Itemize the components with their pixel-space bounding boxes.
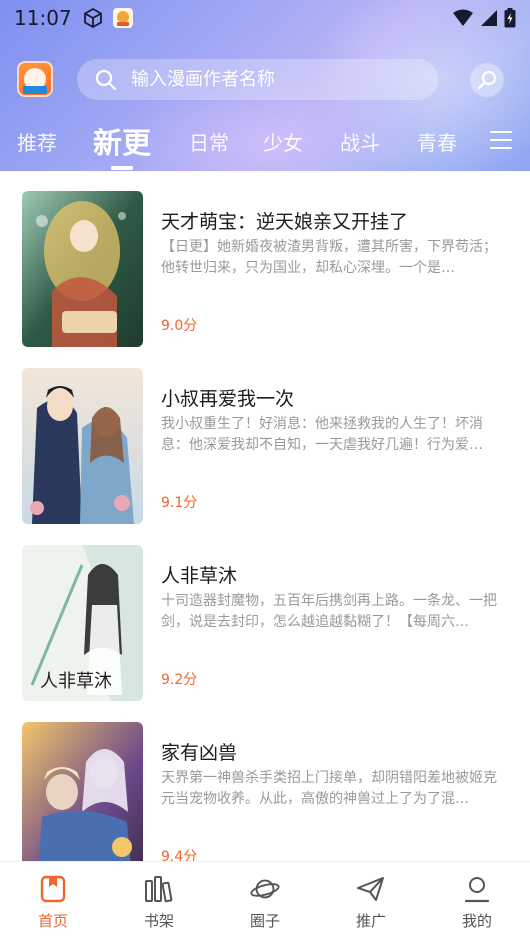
- search-icon: [95, 69, 117, 90]
- user-icon: [464, 877, 490, 903]
- list-item[interactable]: 家有凶兽 天界第一神兽杀手类招上门接单，却阴错阳差地被姬克元当宠物收养。从此，高…: [0, 702, 530, 861]
- tab-girls[interactable]: 少女: [263, 116, 303, 166]
- list-item[interactable]: 小叔再爱我一次 我小叔重生了！好消息：他来拯救我的人生了！坏消息：他深爱我却不自…: [0, 348, 530, 524]
- comic-cover[interactable]: [22, 191, 143, 347]
- active-tab-indicator: [111, 166, 133, 170]
- nav-label: 推广: [355, 912, 386, 930]
- battery-icon: [504, 8, 516, 28]
- planet-icon: [250, 879, 280, 899]
- comic-rating: 9.2分: [161, 672, 198, 688]
- comic-description: 十司造器封魔物，五百年后携剑再上路。一条龙、一把剑，说是去封印，怎么越追越黏糊了…: [161, 593, 497, 630]
- signal-icon: [481, 10, 497, 26]
- comic-cover[interactable]: [22, 368, 143, 524]
- bookshelf-icon: [145, 876, 173, 903]
- category-tabs: 推荐 新更 日常 少女 战斗 青春: [0, 116, 530, 166]
- nav-promotion[interactable]: 推广: [318, 862, 424, 942]
- paper-plane-icon: [357, 877, 384, 901]
- nav-label: 首页: [37, 912, 68, 930]
- comic-rating: 9.4分: [161, 849, 198, 861]
- tab-battle[interactable]: 战斗: [340, 116, 380, 166]
- comic-description: 天界第一神兽杀手类招上门接单，却阴错阳差地被姬克元当宠物收养。从此，高傲的神兽过…: [161, 770, 497, 807]
- nav-label: 圈子: [249, 912, 280, 930]
- nav-home[interactable]: 首页: [0, 862, 106, 942]
- comic-title: 小叔再爱我一次: [161, 388, 295, 410]
- comic-description: 我小叔重生了！好消息：他来拯救我的人生了！坏消息：他深爱我却不自知，一天虐我好几…: [161, 416, 483, 453]
- tab-daily[interactable]: 日常: [189, 116, 229, 166]
- tab-recommend[interactable]: 推荐: [17, 116, 57, 166]
- home-book-icon: [40, 875, 66, 903]
- comic-list: 天才萌宝：逆天娘亲又开挂了 【日更】她新婚夜被渣男背叛，遭其所害，下界苟活；他转…: [0, 171, 530, 861]
- comic-cover[interactable]: [22, 722, 143, 861]
- logo-tag: [23, 86, 47, 94]
- comic-cover[interactable]: 人非草沐: [22, 545, 143, 701]
- list-item[interactable]: 人非草沐 人非草沐 十司造器封魔物，五百年后携剑再上路。一条龙、一把剑，说是去封…: [0, 525, 530, 701]
- nav-label: 书架: [143, 912, 174, 930]
- comic-description: 【日更】她新婚夜被渣男背叛，遭其所害，下界苟活；他转世归来，只为国业，却私心深埋…: [161, 239, 497, 276]
- comic-title: 天才萌宝：逆天娘亲又开挂了: [161, 211, 409, 233]
- comic-title: 人非草沐: [161, 565, 238, 587]
- category-menu-button[interactable]: [490, 129, 512, 151]
- search-button[interactable]: [470, 63, 504, 97]
- svg-text:人非草沐: 人非草沐: [40, 671, 112, 692]
- comic-rating: 9.0分: [161, 318, 198, 334]
- list-item[interactable]: 天才萌宝：逆天娘亲又开挂了 【日更】她新婚夜被渣男背叛，遭其所害，下界苟活；他转…: [0, 171, 530, 347]
- magnifier-icon: [477, 70, 497, 90]
- status-bar: 11:07: [0, 0, 530, 36]
- wifi-icon: [453, 9, 473, 26]
- tab-youth[interactable]: 青春: [417, 116, 457, 166]
- status-time: 11:07: [14, 6, 72, 30]
- tab-new-update[interactable]: 新更: [93, 116, 151, 166]
- search-bar[interactable]: [77, 59, 438, 100]
- comic-title: 家有凶兽: [161, 742, 238, 764]
- nav-label: 我的: [461, 912, 492, 930]
- nav-mine[interactable]: 我的: [424, 862, 530, 942]
- cube-icon: [83, 7, 102, 29]
- bottom-navigation: 首页 书架 圈子 推广 我的: [0, 861, 530, 942]
- app-notification-icon: [112, 8, 133, 28]
- nav-circle[interactable]: 圈子: [212, 862, 318, 942]
- nav-bookshelf[interactable]: 书架: [106, 862, 212, 942]
- comic-rating: 9.1分: [161, 495, 198, 511]
- app-logo[interactable]: [17, 61, 53, 97]
- search-input[interactable]: [131, 69, 391, 90]
